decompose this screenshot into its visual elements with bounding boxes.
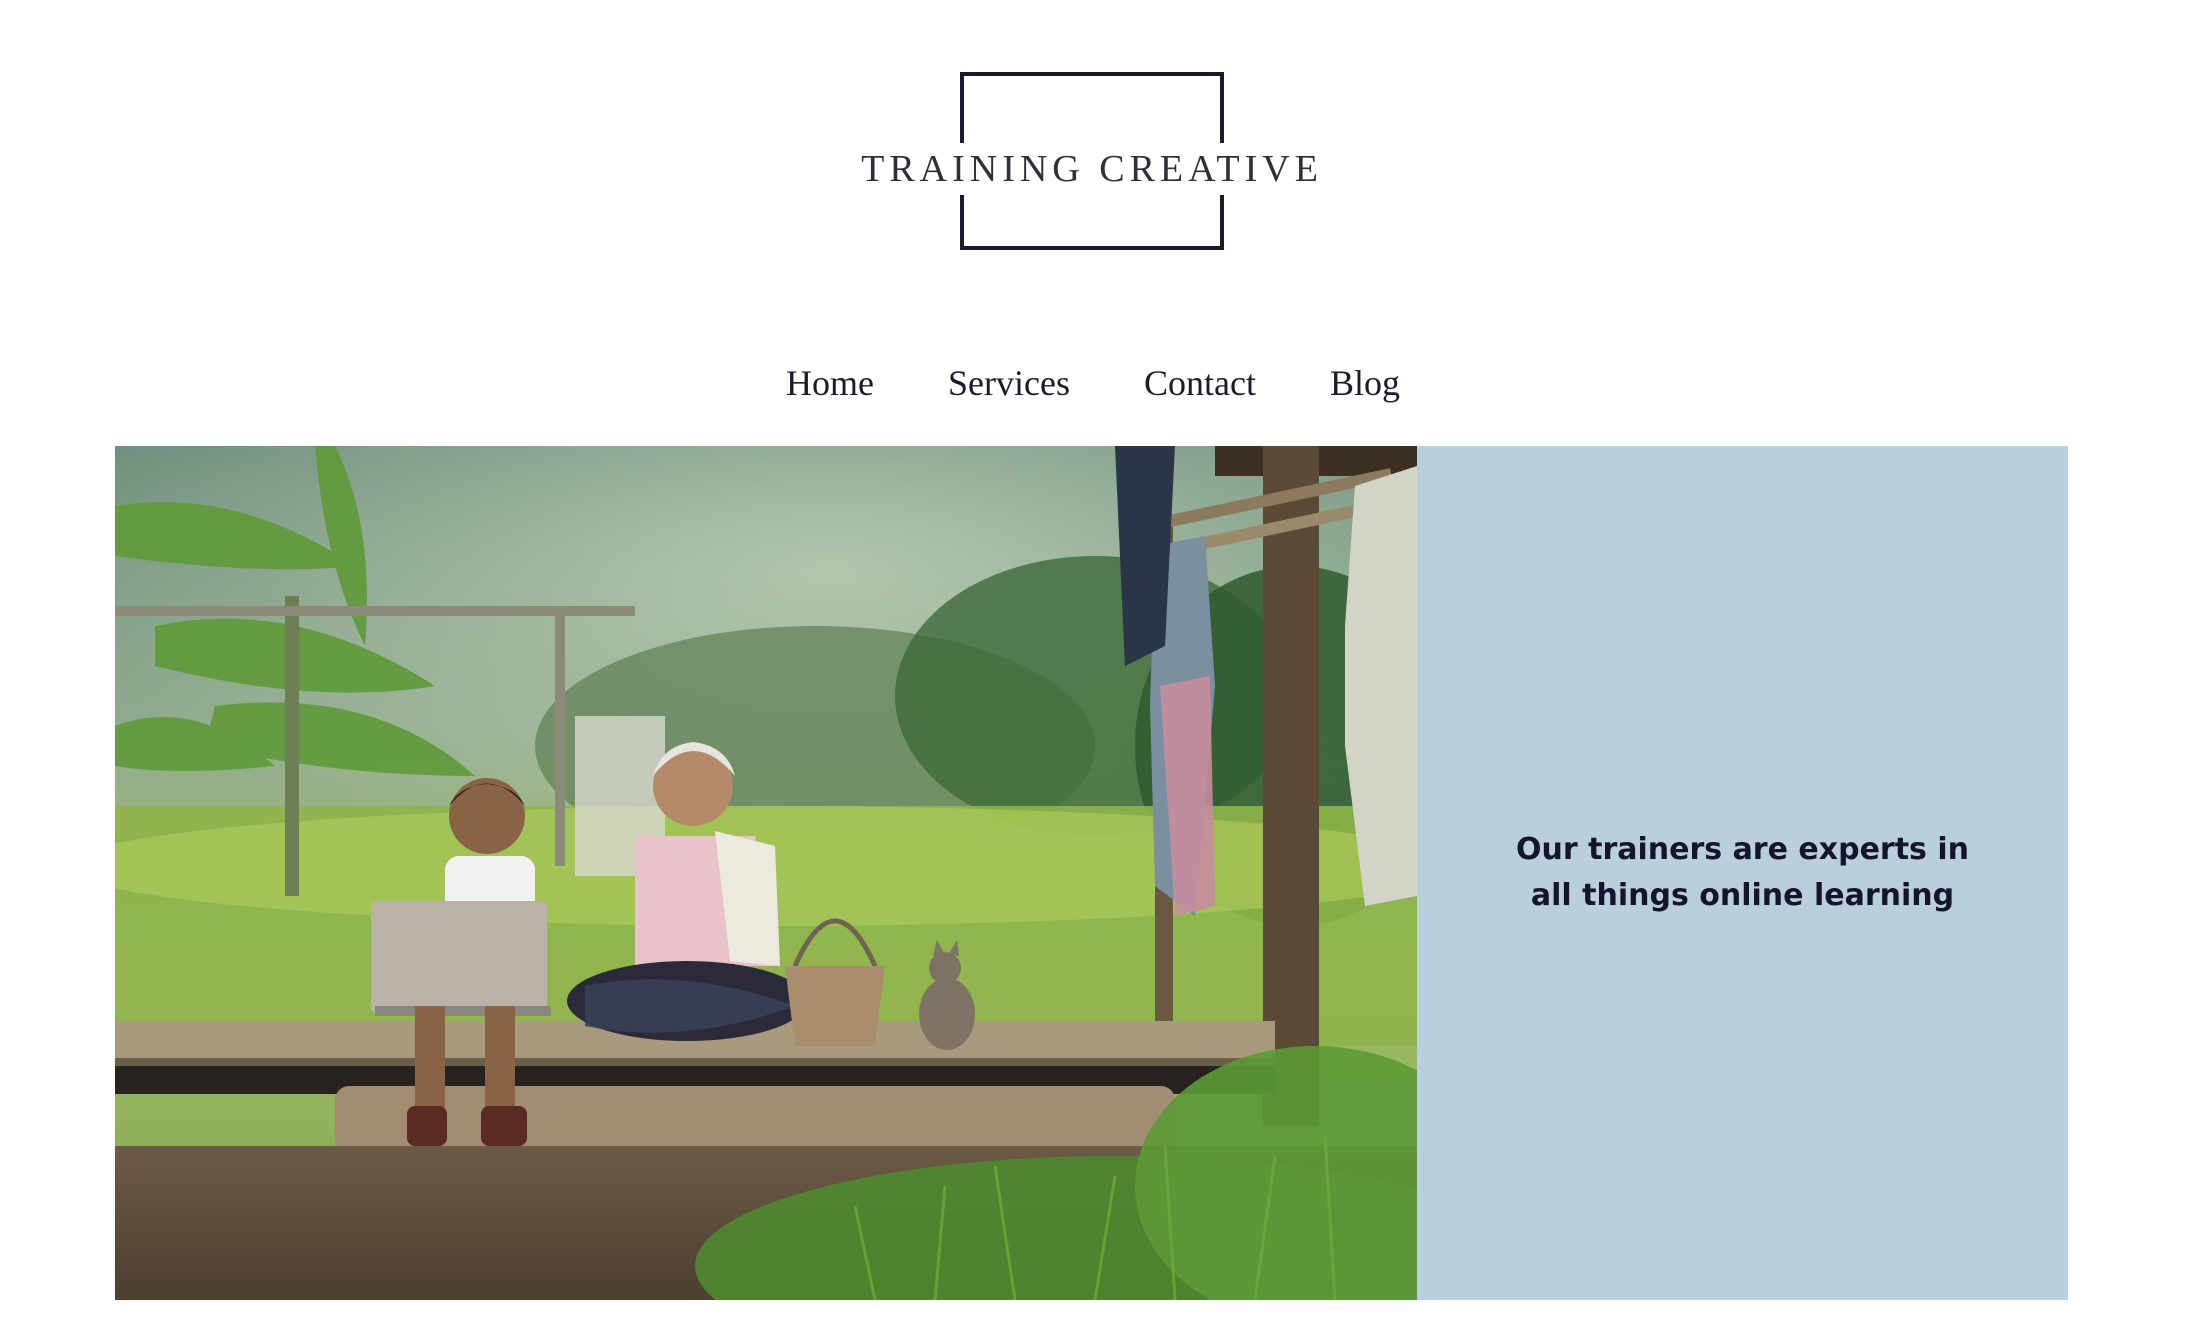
- hero-section: Our trainers are experts in all things o…: [115, 446, 2068, 1300]
- nav-home-link[interactable]: Home: [749, 348, 911, 418]
- nav-blog-link[interactable]: Blog: [1293, 348, 1437, 418]
- hero-image: [115, 446, 1417, 1300]
- logo-text: TRAINING CREATIVE: [861, 143, 1318, 195]
- nav-contact-link[interactable]: Contact: [1107, 348, 1293, 418]
- site-logo[interactable]: TRAINING CREATIVE: [0, 0, 2186, 300]
- nav-services-link[interactable]: Services: [911, 348, 1107, 418]
- main-nav: Home Services Contact Blog: [0, 348, 2186, 418]
- hero-tagline: Our trainers are experts in all things o…: [1516, 832, 1969, 913]
- hero-text-panel: Our trainers are experts in all things o…: [1417, 446, 2068, 1300]
